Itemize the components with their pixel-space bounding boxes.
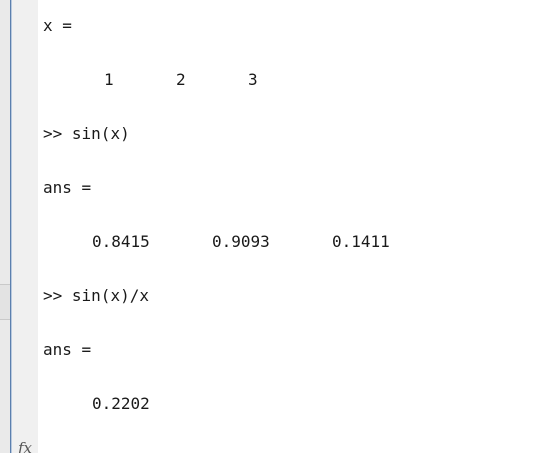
output-ans-header-1: ans = bbox=[43, 178, 92, 197]
x-value-2: 2 bbox=[176, 70, 186, 89]
command-prompt: >> bbox=[43, 286, 63, 305]
command-text: sin(x)/x bbox=[71, 286, 149, 305]
function-browser-icon[interactable]: fx bbox=[18, 440, 32, 453]
command-window: x = 1 2 3 >> sin(x) ans = 0.8415 0.9093 … bbox=[0, 0, 552, 453]
command-line-2: >> sin(x)/x bbox=[43, 286, 149, 306]
output-x-header: x = bbox=[43, 16, 72, 35]
output-ans-header-2: ans = bbox=[43, 340, 92, 359]
ans1-value-3: 0.1411 bbox=[332, 232, 390, 251]
ans1-value-1: 0.8415 bbox=[92, 232, 150, 251]
side-panel-edge bbox=[0, 0, 10, 453]
command-line-1: >> sin(x) bbox=[43, 124, 130, 144]
x-value-1: 1 bbox=[104, 70, 114, 89]
command-prompt: >> bbox=[43, 124, 63, 143]
console-output[interactable]: x = 1 2 3 >> sin(x) ans = 0.8415 0.9093 … bbox=[38, 0, 552, 453]
ans1-value-2: 0.9093 bbox=[212, 232, 270, 251]
command-text: sin(x) bbox=[71, 124, 130, 143]
console-gutter bbox=[12, 0, 38, 453]
x-value-3: 3 bbox=[248, 70, 258, 89]
ans2-value-1: 0.2202 bbox=[92, 394, 150, 413]
panel-splitter-handle[interactable] bbox=[0, 284, 10, 320]
